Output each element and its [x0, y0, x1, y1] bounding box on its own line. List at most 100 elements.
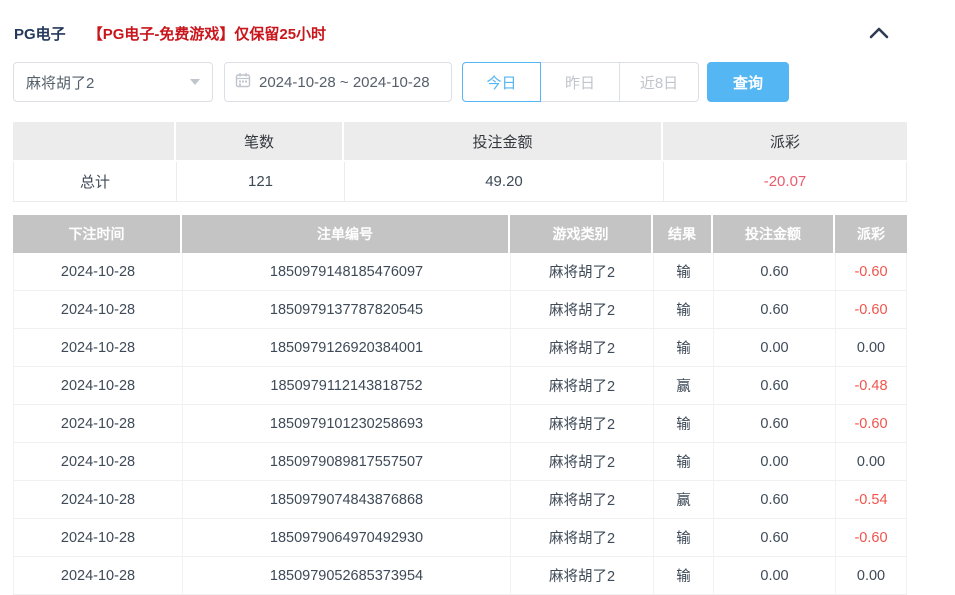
game-type-cell: 麻将胡了2: [510, 443, 653, 481]
notice-text: 【PG电子-免费游戏】仅保留25小时: [88, 23, 326, 44]
filter-bar: 麻将胡了2 2024-10-28 ~ 2024-10-28 今日昨日近8日 查询: [13, 62, 955, 102]
payout-cell: 0.00: [835, 329, 907, 367]
chevron-up-icon: [869, 27, 889, 42]
bet-time-cell: 2024-10-28: [13, 443, 182, 481]
table-row: 2024-10-281850979101230258693麻将胡了2输0.60-…: [13, 405, 907, 443]
records-table: 下注时间注单编号游戏类别结果投注金额派彩 2024-10-28185097914…: [13, 215, 907, 595]
date-range-input[interactable]: 2024-10-28 ~ 2024-10-28: [224, 62, 452, 102]
bet-amount-cell: 0.00: [713, 329, 835, 367]
summary-header-row: 笔数投注金额派彩: [13, 122, 907, 162]
table-row: 2024-10-281850979064970492930麻将胡了2输0.60-…: [13, 519, 907, 557]
table-row: 2024-10-281850979112143818752麻将胡了2赢0.60-…: [13, 367, 907, 405]
panel-header: PG电子 【PG电子-免费游戏】仅保留25小时: [0, 0, 955, 44]
game-type-cell: 麻将胡了2: [510, 405, 653, 443]
result-cell: 输: [653, 519, 713, 557]
summary-column-header: [13, 122, 176, 162]
summary-column-header: 派彩: [663, 122, 907, 162]
bet-time-cell: 2024-10-28: [13, 519, 182, 557]
game-select[interactable]: 麻将胡了2: [13, 62, 213, 102]
result-cell: 输: [653, 329, 713, 367]
bet-id-cell: 1850979112143818752: [182, 367, 510, 405]
quick-date-button[interactable]: 昨日: [541, 62, 620, 102]
table-row: 2024-10-281850979148185476097麻将胡了2输0.60-…: [13, 253, 907, 291]
summary-total-row: 总计 121 49.20 -20.07: [13, 162, 907, 202]
game-type-cell: 麻将胡了2: [510, 557, 653, 595]
game-type-cell: 麻将胡了2: [510, 481, 653, 519]
payout-cell: -0.60: [835, 405, 907, 443]
caret-down-icon: [190, 79, 200, 85]
table-row: 2024-10-281850979074843876868麻将胡了2赢0.60-…: [13, 481, 907, 519]
payout-cell: -0.54: [835, 481, 907, 519]
bet-amount-cell: 0.60: [713, 519, 835, 557]
bet-amount-cell: 0.00: [713, 443, 835, 481]
bet-time-cell: 2024-10-28: [13, 291, 182, 329]
records-column-header: 游戏类别: [510, 215, 653, 253]
summary-table: 笔数投注金额派彩 总计 121 49.20 -20.07: [13, 122, 907, 202]
summary-bet-amount: 49.20: [344, 162, 663, 202]
quick-date-button[interactable]: 今日: [462, 62, 541, 102]
bet-id-cell: 1850979137787820545: [182, 291, 510, 329]
result-cell: 输: [653, 405, 713, 443]
bet-amount-cell: 0.60: [713, 481, 835, 519]
game-type-cell: 麻将胡了2: [510, 291, 653, 329]
result-cell: 输: [653, 291, 713, 329]
bet-id-cell: 1850979064970492930: [182, 519, 510, 557]
bet-time-cell: 2024-10-28: [13, 367, 182, 405]
game-type-cell: 麻将胡了2: [510, 253, 653, 291]
result-cell: 赢: [653, 481, 713, 519]
result-cell: 赢: [653, 367, 713, 405]
bet-time-cell: 2024-10-28: [13, 557, 182, 595]
table-row: 2024-10-281850979126920384001麻将胡了2输0.000…: [13, 329, 907, 367]
bet-time-cell: 2024-10-28: [13, 481, 182, 519]
records-column-header: 结果: [653, 215, 713, 253]
bet-id-cell: 1850979089817557507: [182, 443, 510, 481]
summary-total-label: 总计: [13, 162, 176, 202]
calendar-icon: [235, 72, 251, 93]
bet-id-cell: 1850979126920384001: [182, 329, 510, 367]
date-range-value: 2024-10-28 ~ 2024-10-28: [259, 74, 430, 91]
bet-amount-cell: 0.60: [713, 405, 835, 443]
query-button[interactable]: 查询: [707, 62, 789, 102]
game-type-cell: 麻将胡了2: [510, 519, 653, 557]
result-cell: 输: [653, 557, 713, 595]
bet-amount-cell: 0.00: [713, 557, 835, 595]
betting-records-panel: PG电子 【PG电子-免费游戏】仅保留25小时 麻将胡了2: [0, 0, 955, 592]
bet-amount-cell: 0.60: [713, 253, 835, 291]
quick-date-button-group: 今日昨日近8日: [462, 62, 699, 102]
records-column-header: 投注金额: [713, 215, 835, 253]
summary-count: 121: [176, 162, 344, 202]
page-title: PG电子: [14, 23, 66, 44]
records-body: 2024-10-281850979148185476097麻将胡了2输0.60-…: [13, 253, 907, 595]
payout-cell: -0.60: [835, 291, 907, 329]
bet-id-cell: 1850979052685373954: [182, 557, 510, 595]
payout-cell: -0.60: [835, 519, 907, 557]
result-cell: 输: [653, 443, 713, 481]
bet-id-cell: 1850979148185476097: [182, 253, 510, 291]
bet-id-cell: 1850979101230258693: [182, 405, 510, 443]
records-column-header: 下注时间: [13, 215, 182, 253]
records-column-header: 注单编号: [182, 215, 510, 253]
game-type-cell: 麻将胡了2: [510, 367, 653, 405]
summary-payout: -20.07: [663, 162, 907, 202]
game-select-value: 麻将胡了2: [26, 72, 190, 93]
collapse-button[interactable]: [865, 23, 893, 43]
quick-date-button[interactable]: 近8日: [620, 62, 699, 102]
payout-cell: -0.60: [835, 253, 907, 291]
bet-amount-cell: 0.60: [713, 367, 835, 405]
summary-column-header: 投注金额: [344, 122, 663, 162]
payout-cell: 0.00: [835, 443, 907, 481]
summary-column-header: 笔数: [176, 122, 344, 162]
game-type-cell: 麻将胡了2: [510, 329, 653, 367]
bet-time-cell: 2024-10-28: [13, 253, 182, 291]
bet-time-cell: 2024-10-28: [13, 405, 182, 443]
table-row: 2024-10-281850979052685373954麻将胡了2输0.000…: [13, 557, 907, 595]
records-header-row: 下注时间注单编号游戏类别结果投注金额派彩: [13, 215, 907, 253]
table-row: 2024-10-281850979089817557507麻将胡了2输0.000…: [13, 443, 907, 481]
table-row: 2024-10-281850979137787820545麻将胡了2输0.60-…: [13, 291, 907, 329]
bet-time-cell: 2024-10-28: [13, 329, 182, 367]
payout-cell: 0.00: [835, 557, 907, 595]
records-column-header: 派彩: [835, 215, 907, 253]
bet-id-cell: 1850979074843876868: [182, 481, 510, 519]
payout-cell: -0.48: [835, 367, 907, 405]
result-cell: 输: [653, 253, 713, 291]
